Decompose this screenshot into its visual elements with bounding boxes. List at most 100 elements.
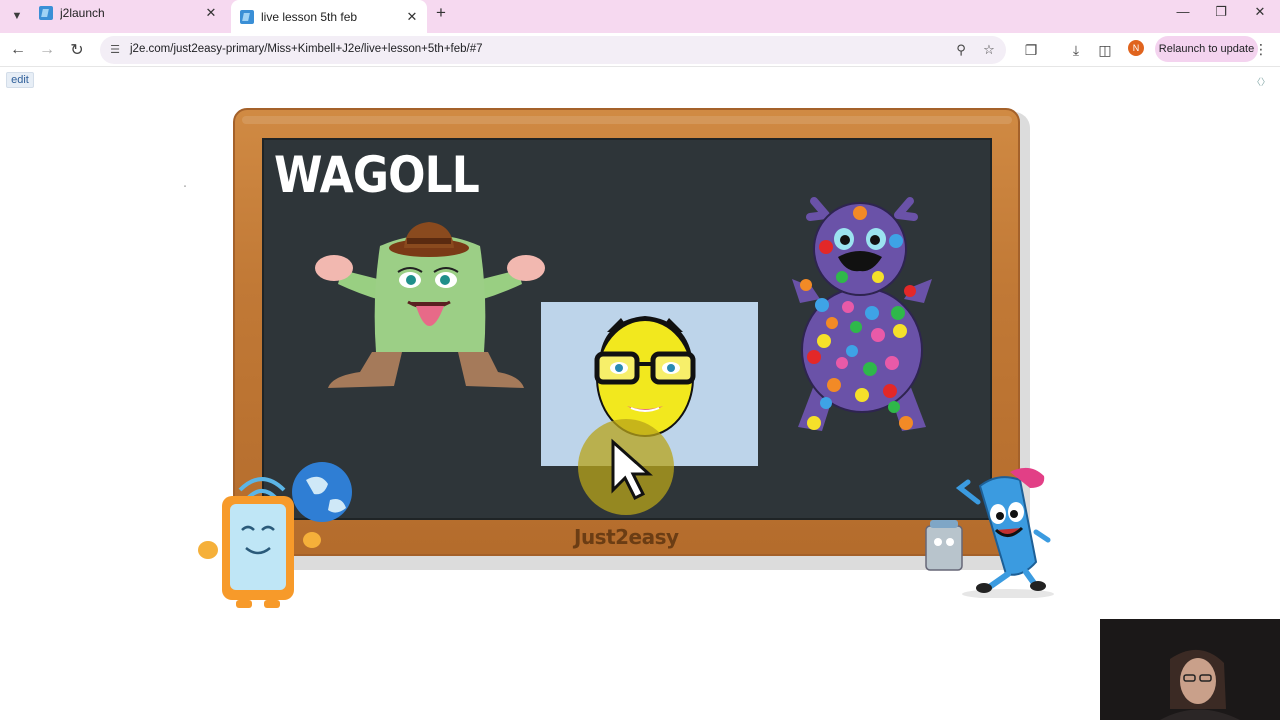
spot (836, 357, 848, 369)
tablet-mascot-image (198, 462, 352, 608)
green-monster-image[interactable] (312, 218, 548, 394)
browser-toolbar: ← → ↻ ☰ j2e.com/just2easy-primary/Miss+K… (0, 33, 1280, 67)
minimize-button[interactable]: — (1168, 2, 1198, 22)
pot-body (925, 525, 963, 571)
right-pupil (667, 364, 675, 372)
spot (853, 206, 867, 220)
cursor-highlight (578, 419, 674, 515)
spot (850, 321, 862, 333)
left-pupil (615, 364, 623, 372)
purple-monster-image[interactable] (792, 195, 932, 435)
download-icon[interactable]: ⤓ (1065, 39, 1087, 61)
edit-button[interactable]: edit (6, 72, 34, 88)
pot-eye (934, 538, 942, 546)
spot (815, 298, 829, 312)
plus-icon: + (436, 3, 446, 22)
right-leg (458, 352, 524, 388)
right-hand (507, 255, 545, 281)
spot (855, 388, 869, 402)
puzzle-icon[interactable]: ❐ (1020, 39, 1042, 61)
pencil-body (978, 476, 1038, 576)
spot (891, 306, 905, 320)
spot (893, 324, 907, 338)
left-leg (328, 352, 402, 388)
wifi-arc-icon (238, 477, 286, 492)
spot (885, 356, 899, 370)
zoom-icon[interactable]: ⚲ (952, 41, 970, 59)
left-pupil (406, 275, 416, 285)
right-pupil (440, 275, 450, 285)
spot (872, 271, 884, 283)
pencil-mascot-image (925, 467, 1054, 598)
spot (871, 328, 885, 342)
spot (883, 384, 897, 398)
presenter-video (1100, 619, 1280, 720)
reload-icon: ↻ (70, 42, 84, 59)
brand-label: Just2easy (574, 525, 679, 549)
left-hand (315, 255, 353, 281)
reload-button[interactable]: ↻ (65, 38, 89, 62)
tab-j2launch[interactable]: j2launch ✕ (30, 0, 226, 25)
minimize-icon: — (1176, 4, 1190, 19)
tab-title: live lesson 5th feb (261, 9, 358, 24)
spot (807, 350, 821, 364)
hat-crown (404, 222, 454, 248)
spot (826, 317, 838, 329)
spot (899, 416, 913, 430)
spot (889, 234, 903, 248)
j2e-favicon-icon (39, 5, 53, 20)
spot (846, 345, 858, 357)
board-title: WAGOLL (274, 146, 480, 204)
url-text[interactable]: j2e.com/just2easy-primary/Miss+Kimbell+J… (130, 43, 483, 55)
wood-grain (242, 116, 1012, 124)
back-arrow-icon: ← (10, 41, 26, 58)
window-close-button[interactable]: ✕ (1245, 2, 1275, 22)
pencil-arm (1033, 529, 1051, 543)
spot (904, 285, 916, 297)
tablet-hand (198, 541, 218, 559)
relaunch-button[interactable]: Relaunch to update (1155, 36, 1258, 62)
forward-arrow-icon: → (39, 41, 55, 58)
tab-title: j2launch (60, 5, 105, 20)
tablet-foot (264, 600, 280, 608)
kebab-menu-icon[interactable]: ⋮ (1254, 38, 1268, 60)
restore-icon: ❐ (1215, 4, 1227, 19)
spot (819, 240, 833, 254)
spot (827, 378, 841, 392)
profile-avatar[interactable]: N (1128, 40, 1144, 56)
j2e-favicon-icon (240, 9, 254, 24)
pot-eye (946, 538, 954, 546)
spot (807, 416, 821, 430)
tablet-screen (230, 504, 286, 590)
pencil-pupil (996, 512, 1004, 520)
spot (842, 301, 854, 313)
spot (888, 401, 900, 413)
new-tab-button[interactable]: + (432, 4, 450, 22)
close-icon[interactable]: ✕ (203, 5, 219, 21)
stray-mark: " (184, 186, 187, 192)
restore-button[interactable]: ❐ (1206, 2, 1236, 22)
expand-icon[interactable]: 〈〉 (1252, 75, 1270, 89)
star-icon[interactable]: ☆ (980, 41, 998, 59)
left-pupil (840, 235, 850, 245)
right-pupil (870, 235, 880, 245)
side-panel-icon[interactable]: ◫ (1094, 39, 1116, 61)
tune-icon[interactable]: ☰ (108, 42, 122, 56)
tablet-foot (236, 600, 252, 608)
close-icon[interactable]: ✕ (404, 9, 420, 25)
back-button[interactable]: ← (6, 38, 30, 62)
tab-search-button[interactable]: ▼ (6, 5, 28, 27)
address-bar[interactable]: ☰ j2e.com/just2easy-primary/Miss+Kimbell… (100, 36, 1006, 64)
tablet-hand (303, 532, 321, 548)
spot (863, 362, 877, 376)
spot (817, 334, 831, 348)
pencil-pupil (1010, 510, 1018, 518)
forward-button[interactable]: → (35, 38, 59, 62)
spot (820, 397, 832, 409)
chevron-down-icon: ▼ (11, 10, 23, 22)
pencil-arm (955, 479, 981, 505)
spot (865, 306, 879, 320)
pot-lid (930, 520, 958, 528)
close-icon: ✕ (1254, 4, 1266, 19)
tab-live-lesson[interactable]: live lesson 5th feb ✕ (231, 0, 427, 33)
